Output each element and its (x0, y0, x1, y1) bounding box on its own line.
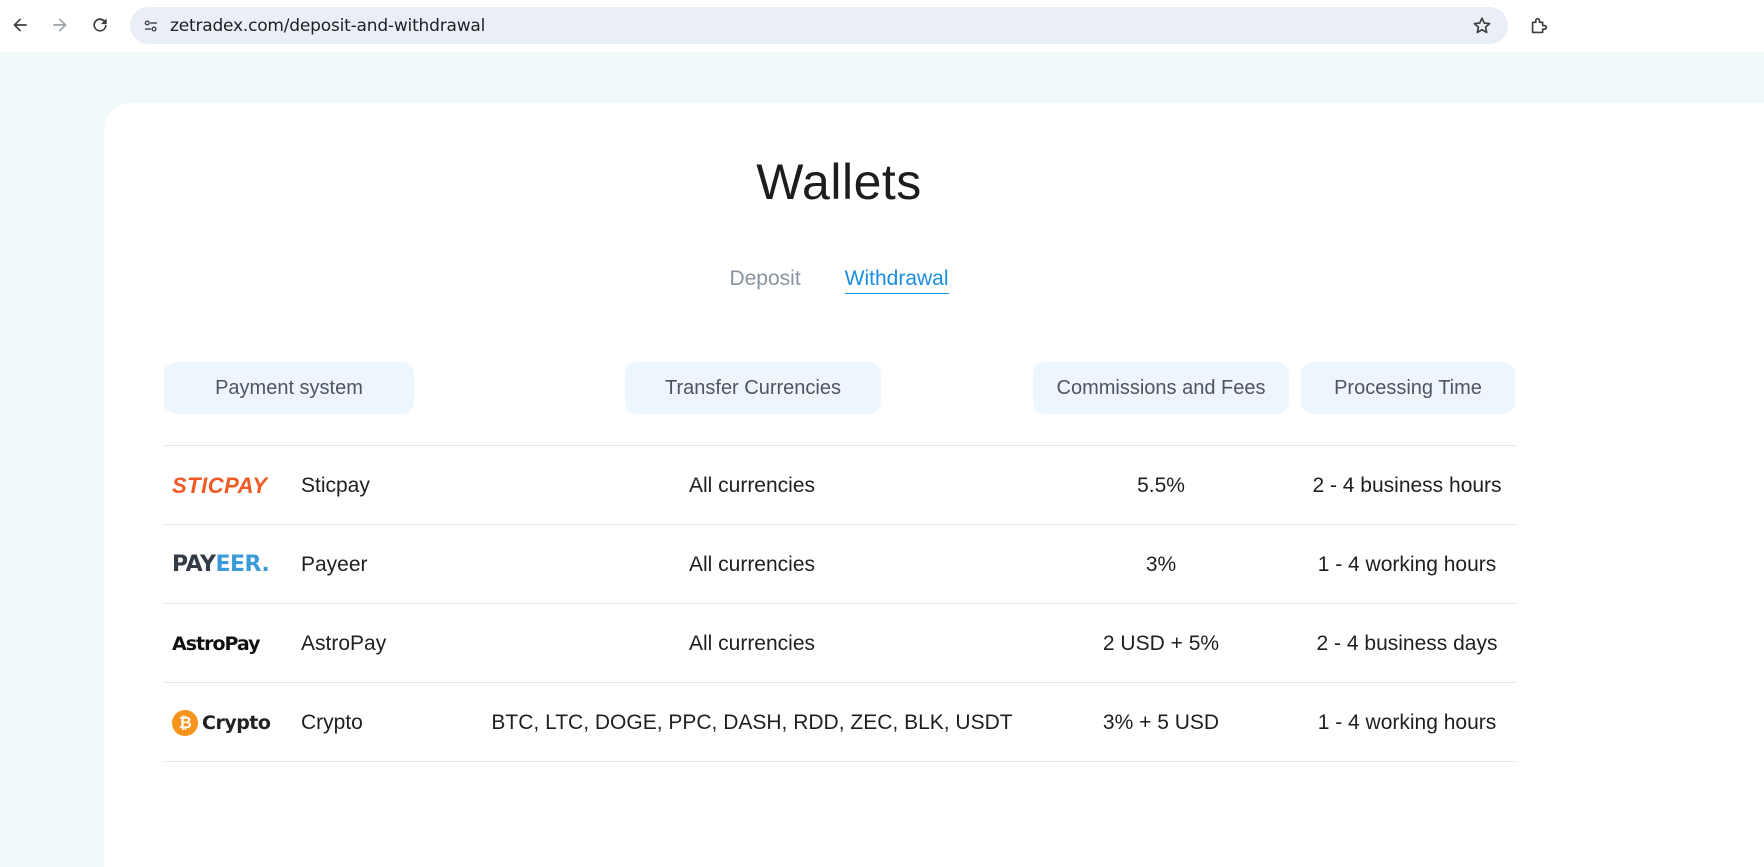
table-bottom-divider (164, 761, 1516, 762)
table-row: ₿ Crypto Crypto BTC, LTC, DOGE, PPC, DAS… (164, 682, 1516, 761)
bitcoin-icon: ₿ (172, 709, 198, 736)
crypto-logo: ₿ Crypto (172, 683, 282, 762)
payment-name: Sticpay (301, 474, 370, 497)
sticpay-logo-text: STICPAY (172, 472, 268, 498)
processing-time: 1 - 4 working hours (1317, 553, 1497, 576)
commission-fee: 3% (1145, 553, 1177, 576)
tab-withdrawal[interactable]: Withdrawal (844, 267, 949, 294)
site-info-icon[interactable] (138, 13, 164, 39)
header-payment-system: Payment system (164, 362, 414, 414)
address-bar[interactable]: zetradex.com/deposit-and-withdrawal (130, 7, 1508, 44)
header-processing-time: Processing Time (1301, 362, 1515, 414)
transfer-currencies: All currencies (688, 474, 816, 497)
crypto-logo-text: ₿ Crypto (172, 709, 271, 736)
commission-fee: 3% + 5 USD (1102, 711, 1220, 734)
browser-toolbar: zetradex.com/deposit-and-withdrawal (0, 0, 1764, 52)
sticpay-logo: STICPAY (172, 446, 282, 525)
commission-fee: 2 USD + 5% (1102, 632, 1220, 655)
tab-deposit[interactable]: Deposit (729, 267, 800, 294)
payeer-logo-text: PAYEER. (172, 552, 270, 577)
payeer-logo-part1: PAY (172, 552, 216, 577)
back-icon[interactable] (5, 10, 35, 40)
payment-name: Crypto (301, 711, 363, 734)
page-title: Wallets (756, 154, 922, 210)
table-row: AstroPay AstroPay All currencies 2 USD +… (164, 603, 1516, 682)
table-row: STICPAY Sticpay All currencies 5.5% 2 - … (164, 445, 1516, 524)
table-row: PAYEER. Payeer All currencies 3% 1 - 4 w… (164, 524, 1516, 603)
astropay-logo: AstroPay (172, 604, 282, 683)
url-text[interactable]: zetradex.com/deposit-and-withdrawal (170, 16, 485, 36)
payment-name: AstroPay (301, 632, 387, 655)
header-transfer-currencies: Transfer Currencies (625, 362, 881, 414)
astropay-logo-text: AstroPay (172, 632, 261, 655)
reload-icon[interactable] (85, 10, 115, 40)
commission-fee: 5.5% (1137, 474, 1185, 497)
wallets-card: Wallets Deposit Withdrawal Payment syste… (104, 103, 1764, 867)
bookmark-star-icon[interactable] (1470, 14, 1494, 38)
payment-name: Payeer (301, 553, 368, 576)
transfer-currencies: BTC, LTC, DOGE, PPC, DASH, RDD, ZEC, BLK… (491, 711, 1013, 734)
forward-icon[interactable] (45, 10, 75, 40)
processing-time: 2 - 4 business hours (1312, 474, 1502, 497)
payeer-logo: PAYEER. (172, 525, 282, 604)
extensions-icon[interactable] (1524, 11, 1554, 41)
crypto-logo-word: Crypto (202, 711, 271, 734)
transfer-currencies: All currencies (688, 632, 816, 655)
processing-time: 1 - 4 working hours (1317, 711, 1497, 734)
payeer-logo-part2: EER. (215, 552, 270, 577)
tab-bar: Deposit Withdrawal (104, 267, 1574, 294)
header-commissions-fees: Commissions and Fees (1033, 362, 1289, 414)
transfer-currencies: All currencies (688, 553, 816, 576)
processing-time: 2 - 4 business days (1316, 632, 1498, 655)
